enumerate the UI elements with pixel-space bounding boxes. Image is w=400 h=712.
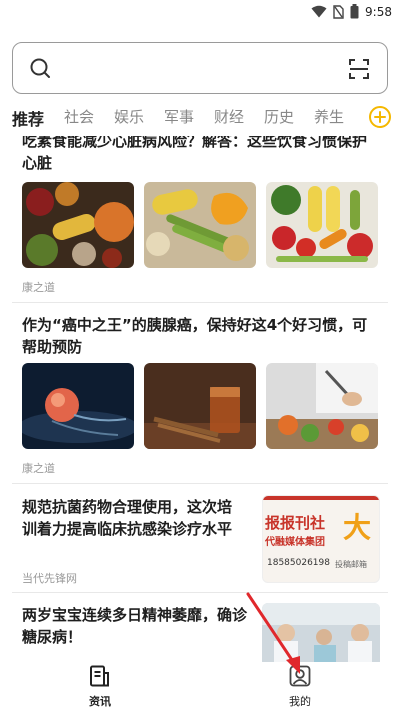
nav-profile-label: 我的 <box>289 695 311 708</box>
tab-recommend[interactable]: 推荐 <box>12 106 44 130</box>
tab-military[interactable]: 军事 <box>164 106 194 127</box>
newspaper-image: 报报刊社 代融媒体集团 大 18585026198 投稿邮箱 <box>262 495 380 583</box>
vegetables-image-2 <box>144 182 256 268</box>
news-item[interactable]: 规范抗菌药物合理使用，这次培训着力提高临床抗感染诊疗水平 <box>22 496 242 540</box>
category-tabs: 推荐 社会 娱乐 军事 财经 历史 养生 <box>0 100 400 136</box>
no-sim-icon <box>333 4 344 19</box>
news-icon <box>90 665 109 687</box>
tea-image <box>144 363 256 449</box>
news-source: 康之道 <box>22 281 55 294</box>
search-icon[interactable] <box>29 57 53 81</box>
tab-finance[interactable]: 财经 <box>214 106 244 127</box>
news-title: 吃素食能减少心脏病风险？解答：这些饮食习惯保护心脏 <box>22 136 368 172</box>
cell-image <box>22 363 134 449</box>
search-box[interactable] <box>12 42 388 94</box>
status-bar: 9:58 <box>0 0 400 26</box>
tab-entertainment[interactable]: 娱乐 <box>114 106 144 127</box>
add-channel-icon[interactable] <box>368 105 392 129</box>
news-item[interactable]: 作为“癌中之王”的胰腺癌，保持好这4个好习惯，可帮助预防 <box>22 314 380 358</box>
news-feed[interactable]: 吃素食能减少心脏病风险？解答：这些饮食习惯保护心脏 康之道 作为“癌中之王”的胰… <box>0 136 400 662</box>
nav-news-label: 资讯 <box>89 695 111 708</box>
news-source: 当代先锋网 <box>22 572 77 585</box>
divider <box>12 483 388 484</box>
app-screen: 9:58 推荐 社会 娱乐 军事 财经 历史 养生 吃素食能减少心脏病风险？解答… <box>0 0 400 712</box>
news-title: 两岁宝宝连续多日精神萎靡，确诊糖尿病！ <box>22 606 248 646</box>
bottom-nav: 资讯 我的 <box>0 662 400 712</box>
news-thumbs <box>22 182 378 268</box>
tab-health[interactable]: 养生 <box>314 106 344 127</box>
newspaper-big-char: 大 <box>343 511 372 544</box>
status-time: 9:58 <box>365 4 392 19</box>
news-item[interactable]: 两岁宝宝连续多日精神萎靡，确诊糖尿病！ <box>22 604 254 648</box>
news-item[interactable]: 吃素食能减少心脏病风险？解答：这些饮食习惯保护心脏 <box>22 136 380 174</box>
tab-society[interactable]: 社会 <box>64 106 94 127</box>
annotation-arrow-icon <box>246 592 300 674</box>
cooking-image <box>266 363 378 449</box>
vegetables-image-1 <box>22 182 134 268</box>
tab-history[interactable]: 历史 <box>264 106 294 127</box>
vegetables-image-3 <box>266 182 378 268</box>
divider <box>12 592 388 593</box>
newspaper-subtitle: 代融媒体集团 <box>265 537 325 548</box>
divider <box>12 302 388 303</box>
nav-news[interactable]: 资讯 <box>70 664 130 709</box>
newspaper-email-label: 投稿邮箱 <box>335 560 367 569</box>
news-source: 康之道 <box>22 462 55 475</box>
status-icons: 9:58 <box>311 4 392 19</box>
newspaper-phone: 18585026198 <box>267 558 330 568</box>
news-thumbs <box>22 363 378 449</box>
news-title: 作为“癌中之王”的胰腺癌，保持好这4个好习惯，可帮助预防 <box>22 316 368 356</box>
scan-icon[interactable] <box>347 57 371 81</box>
wifi-icon <box>311 5 327 18</box>
battery-icon <box>350 4 359 19</box>
newspaper-masthead: 报报刊社 <box>265 514 326 532</box>
news-title: 规范抗菌药物合理使用，这次培训着力提高临床抗感染诊疗水平 <box>22 498 233 538</box>
